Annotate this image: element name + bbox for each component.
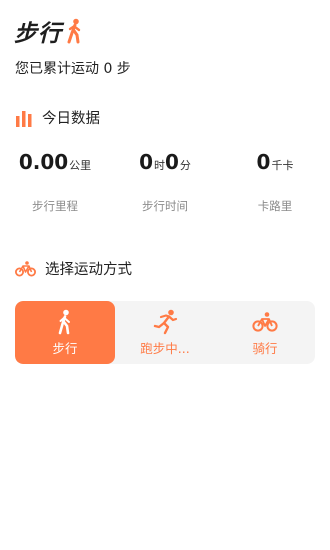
total-steps-text: 您已累计运动 0 步	[15, 61, 131, 77]
mode-cycle-button[interactable]: 骑行	[215, 301, 315, 364]
page-header: 步行	[14, 14, 84, 48]
today-data-title: 今日数据	[42, 111, 100, 127]
mode-run-label: 跑步中...	[140, 340, 190, 356]
mode-select-title: 选择运动方式	[45, 262, 132, 278]
mode-walk-label: 步行	[52, 340, 78, 356]
distance-label: 步行里程	[32, 199, 78, 213]
mode-walk-button[interactable]: 步行	[15, 301, 115, 364]
today-stats: 0.00 公里 步行里程 0 时 0 分 步行时间 0 千卡 卡路里	[0, 150, 330, 214]
minutes-unit: 分	[179, 159, 191, 172]
hours-unit: 时	[154, 159, 165, 172]
running-icon	[153, 309, 178, 334]
stat-calories: 0 千卡 卡路里	[220, 150, 330, 214]
bar-chart-icon	[16, 110, 32, 127]
distance-value: 0.00	[18, 150, 69, 174]
calories-value: 0	[256, 150, 271, 174]
hours-value: 0	[139, 150, 153, 174]
walking-icon	[67, 18, 81, 44]
mode-cycle-label: 骑行	[252, 340, 278, 356]
calories-unit: 千卡	[271, 159, 294, 172]
mode-select-heading: 选择运动方式	[15, 258, 132, 279]
minutes-value: 0	[165, 150, 179, 174]
distance-unit: 公里	[69, 159, 92, 172]
bicycle-icon	[15, 260, 36, 276]
bicycle-icon	[252, 311, 278, 332]
today-data-heading: 今日数据	[15, 107, 100, 128]
walking-icon	[58, 309, 70, 334]
mode-run-button[interactable]: 跑步中...	[115, 301, 215, 364]
stat-time: 0 时 0 分 步行时间	[110, 150, 220, 214]
calories-label: 卡路里	[257, 199, 293, 213]
time-label: 步行时间	[142, 199, 188, 213]
page-title: 步行	[14, 21, 62, 47]
stat-distance: 0.00 公里 步行里程	[0, 150, 110, 214]
mode-selector: 步行 跑步中... 骑行	[15, 301, 315, 364]
